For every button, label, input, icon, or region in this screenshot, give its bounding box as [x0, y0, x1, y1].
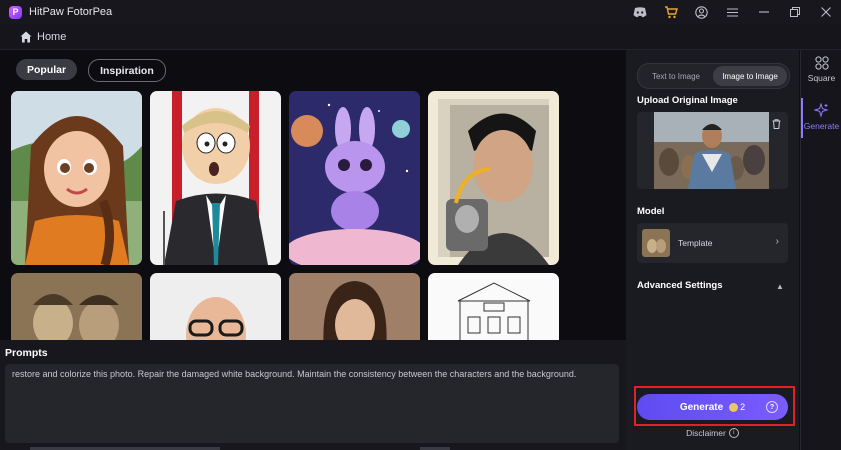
template-card-woman-portrait[interactable] [289, 273, 420, 340]
upload-title: Upload Original Image [637, 95, 738, 106]
cartoon-man-image [150, 91, 281, 265]
sidebar-item-label: Square [807, 73, 836, 83]
home-icon[interactable] [20, 31, 32, 43]
generate-cost: 2 [740, 402, 746, 412]
cart-icon[interactable] [655, 0, 686, 24]
model-selector[interactable]: Template › [637, 223, 788, 263]
sidebar-item-generate[interactable]: Generate [801, 103, 841, 131]
template-card-old-photo-man[interactable] [428, 91, 559, 265]
close-icon[interactable] [810, 0, 841, 24]
template-card-cartoon-girl[interactable] [11, 91, 142, 265]
old-photo-man-image [428, 91, 559, 265]
app-title: HitPaw FotorPea [29, 6, 113, 18]
prompts-title: Prompts [5, 347, 48, 359]
advanced-settings-title[interactable]: Advanced Settings [637, 280, 723, 291]
template-card-glasses-man[interactable] [150, 273, 281, 340]
template-gallery: Popular Inspiration [0, 50, 626, 340]
sparkle-icon [814, 103, 829, 118]
title-bar: P HitPaw FotorPea [0, 0, 841, 24]
nav-bar: Home [0, 24, 841, 50]
logo-letter: P [12, 7, 19, 17]
glasses-man-image [150, 273, 281, 340]
trash-icon[interactable] [772, 119, 781, 129]
coin-icon [729, 402, 739, 412]
upload-original-image[interactable] [637, 112, 788, 189]
disclaimer-label: Disclaimer [686, 428, 726, 438]
info-icon: i [728, 428, 739, 438]
home-link[interactable]: Home [37, 31, 66, 43]
restore-icon[interactable] [779, 0, 810, 24]
template-card-cartoon-man[interactable] [150, 91, 281, 265]
help-icon[interactable]: ? [766, 401, 778, 413]
discord-icon[interactable] [624, 0, 655, 24]
mode-tabs: Text to Image Image to Image [637, 63, 790, 89]
menu-icon[interactable] [717, 0, 748, 24]
purple-creature-image [289, 91, 420, 265]
model-thumbnail [642, 229, 670, 257]
model-value: Template [678, 238, 713, 248]
model-title: Model [637, 206, 665, 217]
generate-label: Generate [679, 401, 724, 413]
prompts-section: Prompts restore and colorize this photo.… [0, 340, 626, 450]
gallery-filters: Popular Inspiration [16, 59, 166, 82]
vintage-couple-image [11, 273, 142, 340]
disclaimer[interactable]: Disclaimer i [626, 428, 799, 438]
minimize-icon[interactable] [748, 0, 779, 24]
generate-button[interactable]: Generate 2 ? [637, 394, 788, 420]
settings-panel: Text to Image Image to Image Upload Orig… [626, 50, 799, 450]
app-logo: P [9, 5, 22, 19]
account-icon[interactable] [686, 0, 717, 24]
template-card-building-sketch[interactable] [428, 273, 559, 340]
square-grid-icon [814, 56, 829, 70]
cartoon-girl-image [11, 91, 142, 265]
template-card-vintage-couple[interactable] [11, 273, 142, 340]
sidebar-item-label: Generate [803, 121, 840, 131]
tab-image-to-image[interactable]: Image to Image [713, 66, 787, 86]
chevron-right-icon: › [775, 236, 779, 247]
filter-popular[interactable]: Popular [16, 59, 78, 80]
right-sidebar: Square Generate [800, 50, 841, 450]
building-sketch-image [428, 273, 559, 340]
uploaded-image [654, 112, 769, 189]
title-bar-controls [624, 0, 841, 24]
sidebar-item-square[interactable]: Square [801, 56, 841, 83]
template-card-purple-creature[interactable] [289, 91, 420, 265]
prompt-textarea[interactable]: restore and colorize this photo. Repair … [5, 364, 619, 443]
woman-portrait-image [289, 273, 420, 340]
filter-inspiration[interactable]: Inspiration [88, 59, 166, 82]
prompt-text[interactable]: restore and colorize this photo. Repair … [5, 364, 619, 384]
tab-text-to-image[interactable]: Text to Image [639, 66, 713, 86]
chevron-up-icon[interactable]: ▲ [776, 282, 784, 291]
